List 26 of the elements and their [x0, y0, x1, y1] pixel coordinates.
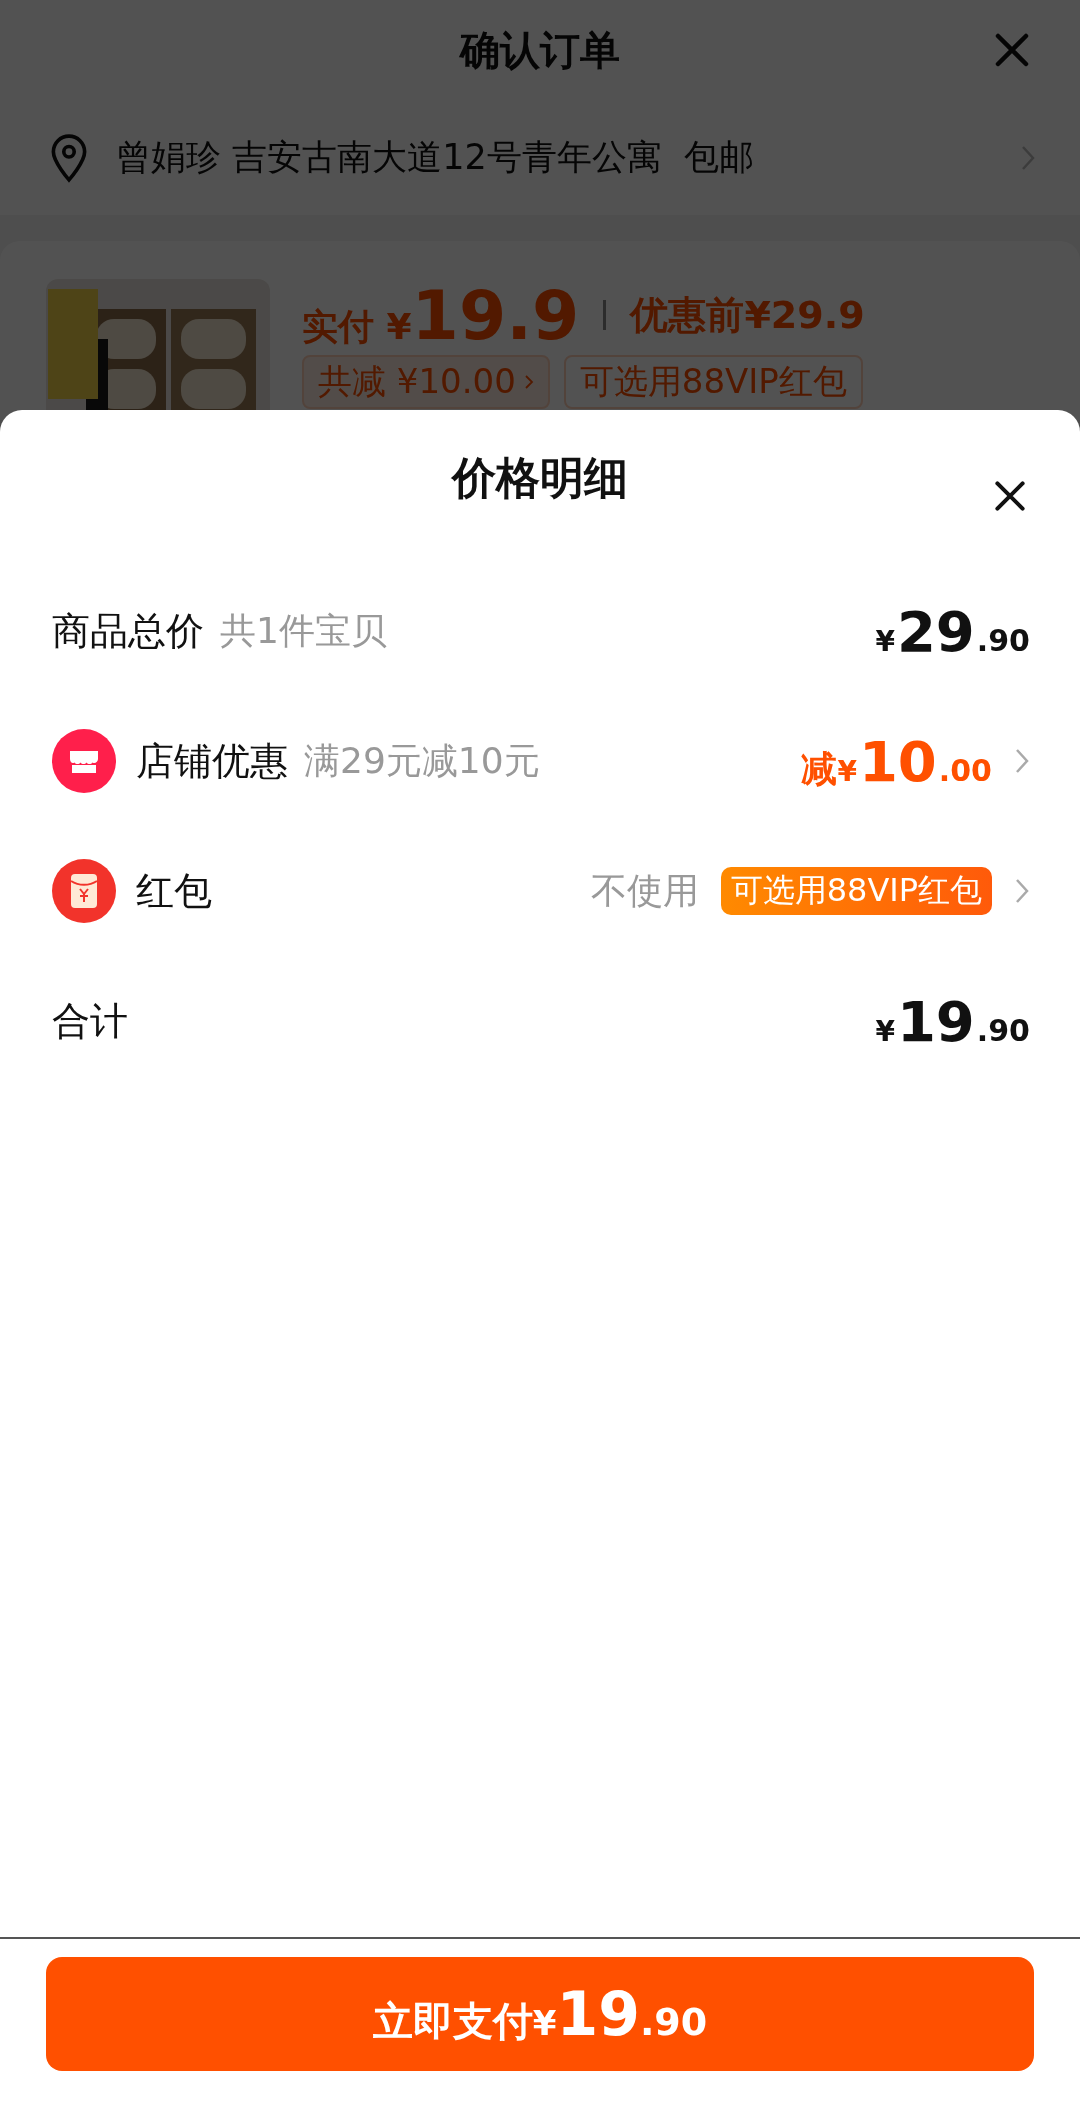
coupon-chip[interactable]: 可选用88VIP红包: [563, 355, 863, 409]
coupon-badge[interactable]: 可选用88VIP红包: [720, 867, 992, 915]
price: 减¥10.00: [801, 728, 992, 794]
price: ¥29.90: [875, 598, 1030, 664]
address-text[interactable]: 曾娟珍 吉安古南大道12号青年公寓: [116, 134, 662, 181]
pay-button[interactable]: 立即支付¥19.90: [46, 1957, 1034, 2071]
row-label: 商品总价: [52, 607, 204, 655]
sheet-title: 价格明细: [452, 450, 628, 505]
envelope-icon: [52, 859, 116, 923]
discount-chip[interactable]: 共减 ¥10.00: [302, 355, 550, 409]
shipping-text: 包邮: [683, 136, 755, 179]
row-label: 店铺优惠: [136, 737, 288, 785]
page-title: 确认订单: [460, 25, 620, 75]
chevron-icon[interactable]: [1014, 747, 1030, 775]
row-label: 红包: [136, 867, 212, 915]
chevron-icon[interactable]: [1014, 877, 1030, 905]
chevron-icon: [523, 374, 534, 390]
row-note: 满29元减10元: [304, 738, 540, 783]
original-price: 优惠前¥29.9: [630, 291, 865, 339]
price: ¥19.90: [875, 988, 1030, 1054]
row-note: 共1件宝贝: [220, 608, 387, 653]
store-icon: [52, 729, 116, 793]
paid-price: 实付 ¥19.9: [302, 275, 580, 355]
close-icon[interactable]: [992, 478, 1028, 514]
status-text: 不使用: [590, 868, 699, 913]
row-label: 合计: [52, 997, 128, 1045]
